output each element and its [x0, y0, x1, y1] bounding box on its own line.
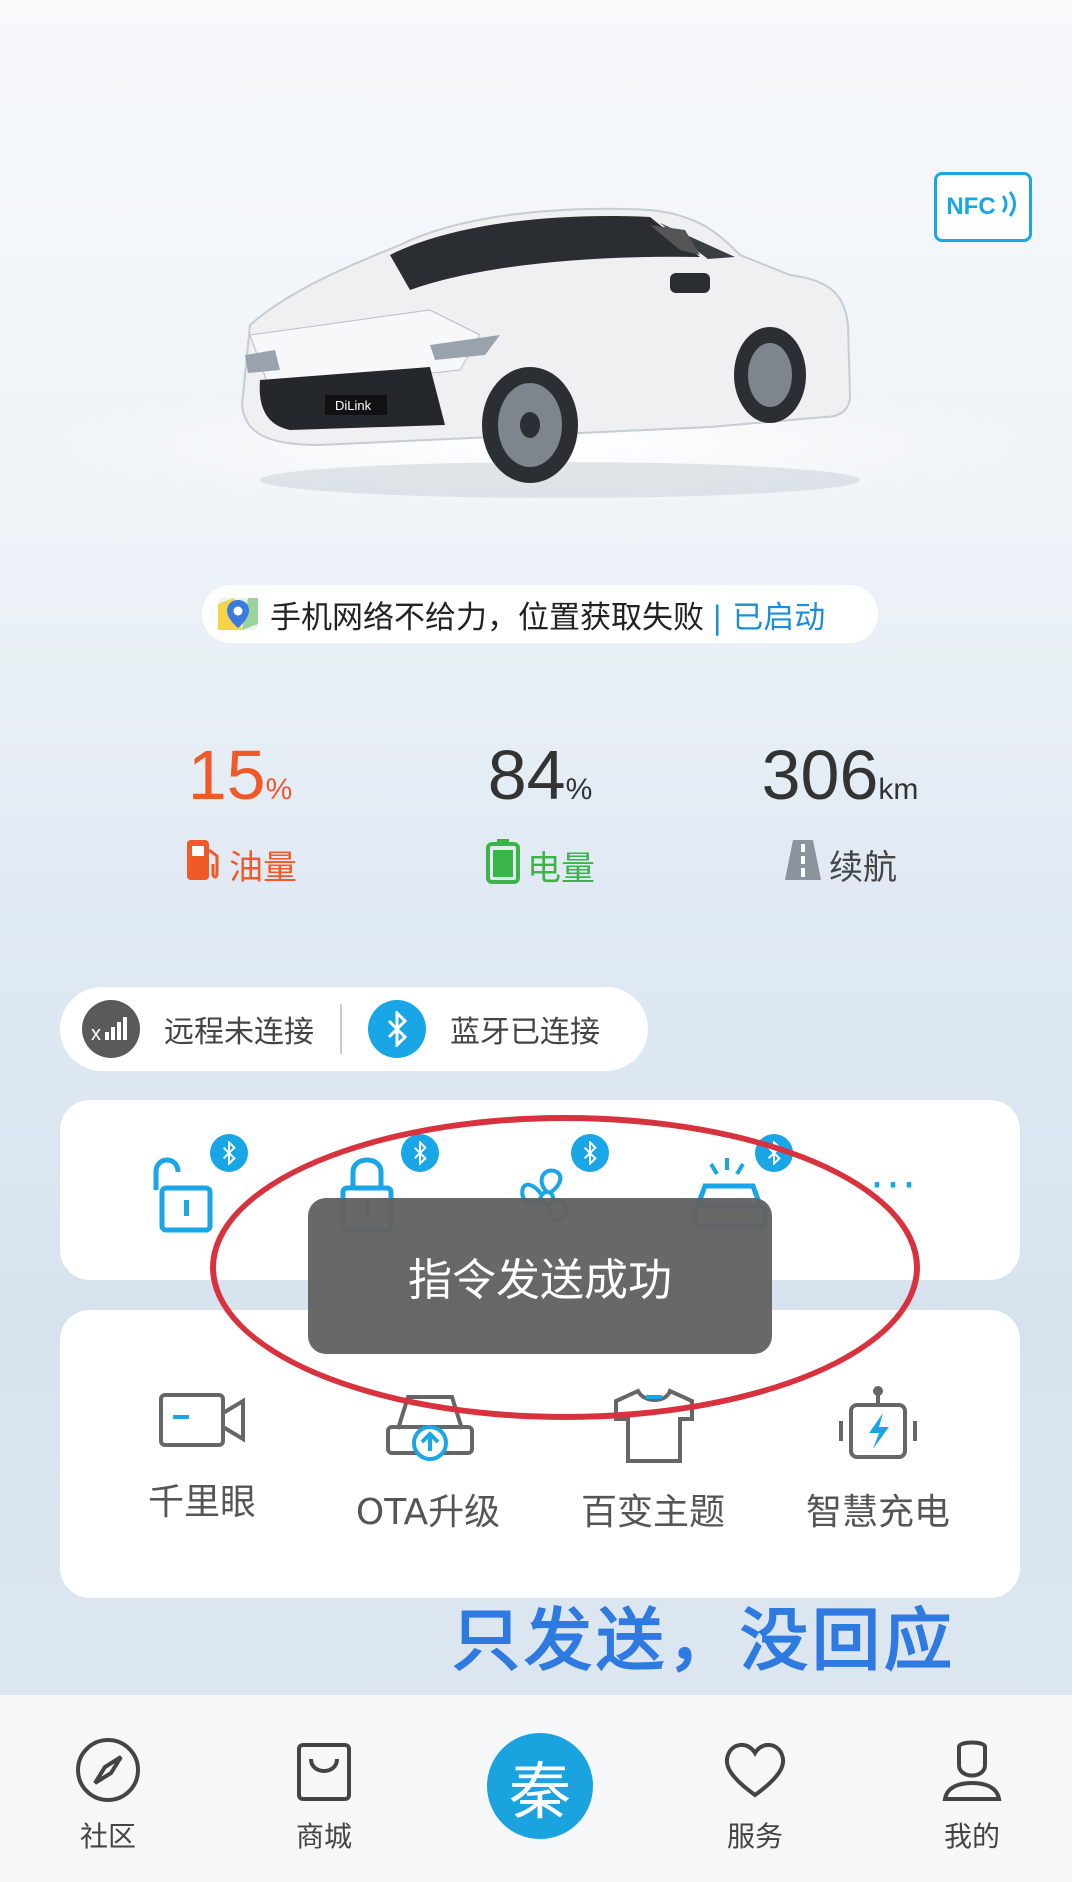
- bluetooth-icon: [368, 1000, 426, 1058]
- bluetooth-badge-icon: [210, 1134, 248, 1172]
- nfc-waves-icon: [1000, 188, 1020, 227]
- divider: [340, 1004, 342, 1054]
- nav-home-center-button[interactable]: 秦: [487, 1733, 593, 1839]
- heart-icon: [724, 1743, 786, 1798]
- nav-community[interactable]: 社区: [48, 1735, 168, 1855]
- nfc-button[interactable]: NFC: [934, 172, 1032, 242]
- map-pin-icon: [214, 590, 262, 638]
- signal-off-icon: x: [82, 1000, 140, 1058]
- fuel-label: 油量: [90, 838, 390, 891]
- service-label: 智慧充电: [805, 1492, 950, 1533]
- annotation-text: 只发送，没回应: [452, 1602, 957, 1681]
- nav-mall[interactable]: 商城: [264, 1735, 384, 1855]
- service-label: OTA升级: [355, 1492, 501, 1533]
- bluetooth-status: 蓝牙已连接: [450, 1015, 600, 1050]
- svg-text:x: x: [91, 1023, 101, 1044]
- nav-service[interactable]: 服务: [695, 1735, 815, 1855]
- compass-icon: [76, 1738, 140, 1802]
- nfc-label: NFC: [946, 193, 996, 220]
- user-icon: [942, 1740, 1002, 1801]
- unlock-button[interactable]: [140, 1134, 248, 1242]
- camera-icon: [159, 1393, 245, 1447]
- battery-icon: [485, 838, 521, 893]
- shopping-bag-icon: [297, 1743, 351, 1801]
- charger-icon: [839, 1386, 917, 1459]
- nav-label: 社区: [79, 1820, 136, 1853]
- location-message: 手机网络不给力，位置获取失败: [270, 599, 704, 636]
- fuel-pump-icon: [183, 838, 223, 891]
- battery-label: 电量: [390, 838, 690, 893]
- qin-logo-icon: 秦: [508, 1755, 571, 1828]
- location-status-pill[interactable]: 手机网络不给力，位置获取失败 | 已启动: [202, 585, 878, 643]
- car-image[interactable]: DiLink: [230, 195, 870, 500]
- fuel-value: 15%: [187, 736, 293, 814]
- nav-label: 商城: [295, 1820, 352, 1853]
- nav-label: 我的: [943, 1820, 1000, 1853]
- nav-mine[interactable]: 我的: [912, 1735, 1032, 1855]
- range-value: 306km: [761, 736, 919, 814]
- connection-status-pill[interactable]: x 远程未连接 蓝牙已连接: [60, 987, 648, 1071]
- svg-text:DiLink: DiLink: [335, 398, 372, 413]
- engine-status: | 已启动: [712, 599, 826, 636]
- nav-label: 服务: [726, 1820, 783, 1853]
- battery-value: 84%: [487, 736, 593, 814]
- fuel-stat: 15% 油量: [90, 735, 390, 891]
- service-label: 千里眼: [147, 1482, 256, 1523]
- service-remote-camera[interactable]: 千里眼: [92, 1385, 312, 1525]
- service-label: 百变主题: [580, 1492, 725, 1533]
- range-stat: 306km 续航: [690, 735, 990, 891]
- remote-status: 远程未连接: [164, 1015, 314, 1050]
- service-smart-charging[interactable]: 智慧充电: [768, 1385, 988, 1535]
- road-icon: [783, 838, 823, 891]
- annotation-ellipse: [210, 1115, 920, 1420]
- battery-stat: 84% 电量: [390, 735, 690, 893]
- range-label: 续航: [690, 838, 990, 891]
